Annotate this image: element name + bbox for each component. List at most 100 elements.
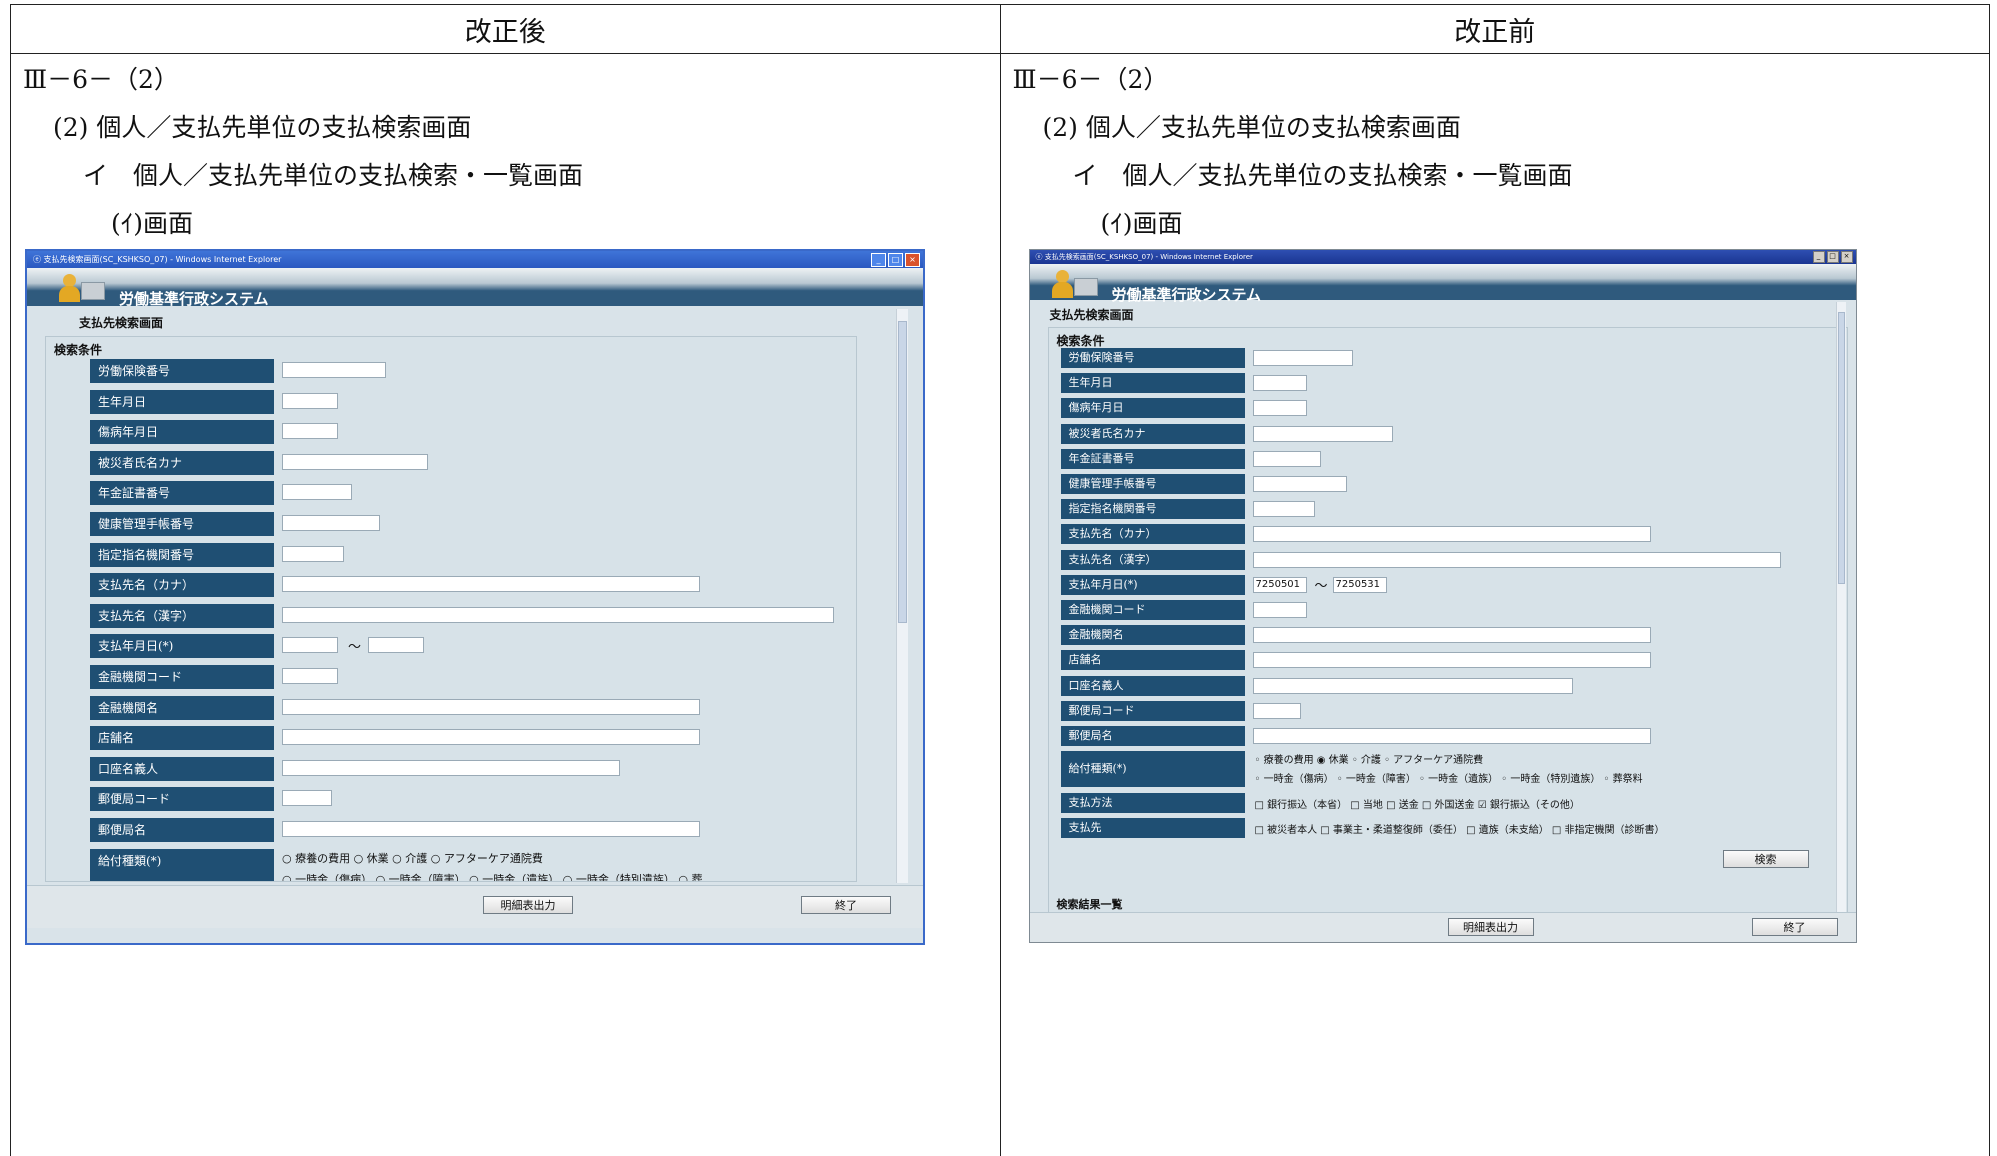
before-field-input[interactable] bbox=[1252, 375, 1307, 392]
after-field-input[interactable] bbox=[282, 515, 380, 531]
after-field-row: 生年月日 bbox=[90, 389, 850, 414]
before-field-input[interactable] bbox=[1252, 501, 1315, 518]
after-field-input[interactable] bbox=[282, 453, 428, 470]
before-field-input[interactable] bbox=[1252, 728, 1651, 744]
after-field-input[interactable] bbox=[282, 821, 700, 837]
before-field-input[interactable] bbox=[1252, 551, 1781, 568]
before-field-input[interactable] bbox=[1252, 627, 1651, 644]
before-field-input[interactable] bbox=[1252, 450, 1321, 467]
after-field-input[interactable] bbox=[282, 729, 700, 746]
before-subsubheading: (ｲ)画面 bbox=[1100, 209, 1183, 238]
ie-icon: ⓔ bbox=[1035, 253, 1045, 261]
after-field-label: 生年月日 bbox=[90, 389, 274, 414]
after-field-label: 健康管理手帳番号 bbox=[90, 512, 274, 536]
before-search-panel: 検索条件 労働保険番号 生年月日 傷病年月日 被災者氏名カナ 年金証書番号 健康管理手帳番… bbox=[1047, 327, 1848, 913]
after-field-input[interactable] bbox=[282, 362, 386, 378]
before-field-input[interactable] bbox=[1252, 400, 1307, 417]
after-field-label: 金融機関コード bbox=[90, 665, 274, 689]
before-scrollbar[interactable] bbox=[1835, 302, 1846, 912]
before-date-to-input[interactable]: 7250531 bbox=[1332, 576, 1387, 593]
before-field-input[interactable] bbox=[1252, 602, 1307, 618]
after-field-input[interactable] bbox=[282, 790, 332, 807]
before-field-input[interactable] bbox=[1252, 526, 1651, 543]
after-field-row: 金融機関名 bbox=[90, 695, 850, 720]
before-field-input[interactable] bbox=[1252, 652, 1651, 669]
before-search-button[interactable]: 検索 bbox=[1722, 850, 1809, 868]
maximize-icon[interactable]: □ bbox=[1826, 251, 1839, 263]
after-banner: 労働基準行政システム bbox=[27, 268, 923, 308]
before-screen-title: 支払先検索画面 bbox=[1049, 308, 1134, 322]
after-end-button[interactable]: 終了 bbox=[801, 896, 891, 914]
before-field-label: 金融機関コード bbox=[1060, 600, 1245, 620]
after-kyufu-options-1[interactable]: ○ 療養の費用 ○ 休業 ○ 介護 ○ アフターケア通院費 bbox=[282, 850, 543, 866]
before-field-row: 口座名義人 bbox=[1060, 675, 1841, 696]
before-field-row: 指定指名機関番号 bbox=[1060, 499, 1841, 520]
after-field-label: 支払年月日(*) bbox=[90, 634, 274, 659]
before-kyufu-options-2[interactable]: ◦ 一時金（傷病） ◦ 一時金（障害） ◦ 一時金（遺族） ◦ 一時金（特別遺族… bbox=[1255, 770, 1643, 785]
after-field-label: 店舗名 bbox=[90, 726, 274, 751]
before-window-title: 支払先検索画面(SC_KSHKSO_07) - Windows Internet… bbox=[1044, 253, 1253, 261]
after-field-row: 店舗名 bbox=[90, 726, 850, 751]
after-field-label: 金融機関名 bbox=[90, 695, 274, 720]
before-field-input[interactable] bbox=[1252, 425, 1393, 442]
before-banner: 労働基準行政システム bbox=[1029, 264, 1856, 304]
after-field-label: 支払先名（カナ） bbox=[90, 573, 274, 598]
after-field-input[interactable] bbox=[282, 423, 338, 440]
after-field-label: 郵便局名 bbox=[90, 818, 274, 842]
after-field-row: 支払先名（漢字） bbox=[90, 603, 850, 628]
after-field-input[interactable] bbox=[282, 576, 700, 593]
after-field-input[interactable] bbox=[282, 668, 338, 684]
before-payee-options[interactable]: □ 被災者本人 □ 事業主・柔道整復師（委任） □ 遺族（未支給） □ 非指定機… bbox=[1255, 821, 1665, 836]
after-screenshot-window: ⓔ 支払先検索画面(SC_KSHKSO_07) - Windows Intern… bbox=[25, 249, 925, 945]
close-icon[interactable]: × bbox=[1840, 251, 1853, 263]
after-screen-title: 支払先検索画面 bbox=[79, 316, 164, 330]
tilde-separator: ～ bbox=[1314, 578, 1328, 594]
after-field-label: 指定指名機関番号 bbox=[90, 542, 274, 567]
before-subheading: イ 個人／支払先単位の支払検索・一覧画面 bbox=[1072, 161, 1573, 190]
after-field-label: 口座名義人 bbox=[90, 756, 274, 781]
after-field-label: 傷病年月日 bbox=[90, 420, 274, 445]
before-field-row: 健康管理手帳番号 bbox=[1060, 474, 1841, 494]
before-system-name: 労働基準行政システム bbox=[1111, 286, 1262, 304]
minimize-icon[interactable]: _ bbox=[1812, 251, 1825, 263]
after-kyufu-options-2[interactable]: ○ 一時金（傷病） ○ 一時金（障害） ○ 一時金（遺族） ○ 一時金（特別遺族… bbox=[282, 871, 702, 881]
after-system-name: 労働基準行政システム bbox=[119, 290, 269, 308]
before-field-label: 指定指名機関番号 bbox=[1060, 499, 1245, 520]
after-print-button[interactable]: 明細表出力 bbox=[483, 896, 573, 914]
after-field-row: 郵便局コード bbox=[90, 787, 850, 812]
after-titlebar: ⓔ 支払先検索画面(SC_KSHKSO_07) - Windows Intern… bbox=[27, 251, 923, 268]
after-field-input[interactable] bbox=[282, 545, 344, 562]
minimize-icon[interactable]: _ bbox=[871, 253, 886, 267]
comparison-table: 改正後 改正前 Ⅲ－6－（2） (2) 個人／支払先単位の支払検索画面 イ 個人… bbox=[10, 4, 1990, 1156]
after-date-to-input[interactable] bbox=[368, 637, 424, 654]
before-field-input[interactable] bbox=[1252, 476, 1347, 492]
before-panel-title: 検索条件 bbox=[1056, 334, 1105, 348]
after-field-input[interactable] bbox=[282, 698, 700, 715]
after-scrollbar[interactable] bbox=[896, 309, 908, 883]
after-field-input[interactable] bbox=[282, 484, 352, 501]
close-icon[interactable]: × bbox=[905, 253, 920, 267]
before-field-input[interactable] bbox=[1252, 677, 1573, 694]
after-field-input[interactable] bbox=[282, 759, 620, 776]
after-subsubheading: (ｲ)画面 bbox=[111, 209, 194, 238]
before-date-from-input[interactable]: 7250501 bbox=[1252, 576, 1307, 593]
before-field-label: 郵便局コード bbox=[1060, 700, 1245, 721]
after-panel-title: 検索条件 bbox=[54, 343, 103, 357]
after-date-from-input[interactable] bbox=[282, 637, 338, 654]
maximize-icon[interactable]: □ bbox=[888, 253, 903, 267]
after-field-row: 指定指名機関番号 bbox=[90, 542, 850, 567]
before-kyufu-options-1[interactable]: ◦ 療養の費用 ◉ 休業 ◦ 介護 ◦ アフターケア通院費 bbox=[1255, 751, 1484, 766]
before-payment-method-options[interactable]: □ 銀行振込（本省） □ 当地 □ 送金 □ 外国送金 ☑ 銀行振込（その他） bbox=[1255, 796, 1580, 811]
after-search-panel: 検索条件 労働保険番号 生年月日 傷病年月日 被災者氏名カナ 年金証書番号 健康管理手帳番… bbox=[45, 336, 857, 882]
after-field-label: 給付種類(*) bbox=[90, 848, 274, 881]
before-field-input[interactable] bbox=[1252, 350, 1353, 366]
after-field-input[interactable] bbox=[282, 392, 338, 409]
before-field-label: 傷病年月日 bbox=[1060, 398, 1245, 419]
after-scroll-thumb[interactable] bbox=[898, 321, 907, 623]
before-print-button[interactable]: 明細表出力 bbox=[1447, 918, 1534, 936]
before-scroll-thumb[interactable] bbox=[1837, 312, 1845, 584]
before-field-input[interactable] bbox=[1252, 702, 1301, 719]
after-field-row: 健康管理手帳番号 bbox=[90, 512, 850, 536]
before-end-button[interactable]: 終了 bbox=[1751, 918, 1838, 936]
after-field-input[interactable] bbox=[282, 606, 834, 623]
